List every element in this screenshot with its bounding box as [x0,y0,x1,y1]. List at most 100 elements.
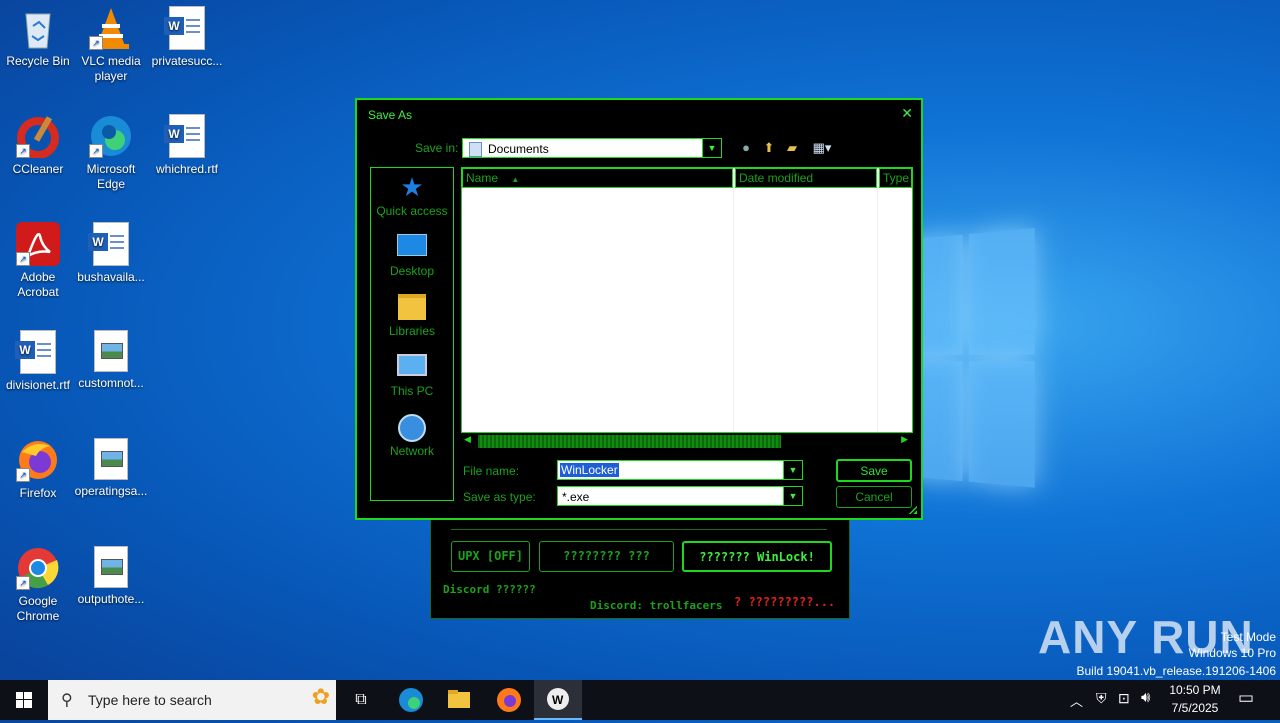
desktop-icon-vlc[interactable]: ↗ VLC media player [73,0,149,84]
mid-button[interactable]: ???????? ??? [539,541,674,572]
libraries-folder-icon [397,294,427,320]
desktop-icon-label: Google Chrome [16,594,60,623]
network-tray-icon[interactable]: ⊡ [1118,690,1130,707]
scrollbar-thumb[interactable] [478,435,781,448]
show-hidden-icons-icon[interactable]: ︿ [1070,691,1083,710]
file-name-value[interactable]: WinLocker [560,463,619,477]
upx-button[interactable]: UPX [OFF] [451,541,530,572]
scroll-right-icon[interactable]: ▶ [901,434,908,445]
column-header-date[interactable]: Date modified [735,168,877,188]
desktop-icon-label: Adobe Acrobat [17,270,59,299]
save-as-type-value: *.exe [562,490,590,504]
place-libraries[interactable]: Libraries [371,294,453,338]
security-tray-icon[interactable]: ⛨ [1096,690,1107,707]
save-as-type-select[interactable]: *.exe ▼ [557,486,803,506]
desktop-icon-outputhote[interactable]: outputhote... [73,540,149,607]
taskbar-winlocker-icon[interactable]: W [534,680,582,720]
save-in-value: Documents [488,142,549,156]
edge-icon: ↗ [89,114,133,158]
up-folder-icon[interactable]: ⬆ [760,139,778,157]
place-label: Libraries [388,324,436,338]
desktop-icon-whichred[interactable]: W whichred.rtf [149,108,225,177]
chevron-down-icon[interactable]: ▼ [783,461,802,479]
place-quick-access[interactable]: ★ Quick access [371,174,453,218]
star-icon: ★ [400,172,424,202]
word-doc-icon: W [164,114,205,158]
desktop-icon-divisionet[interactable]: W divisionet.rtf [0,324,76,393]
place-desktop[interactable]: Desktop [371,234,453,278]
desktop-icon-recycle-bin[interactable]: Recycle Bin [0,0,76,69]
windows-edition-text: Windows 10 Pro [1188,646,1276,660]
notifications-icon[interactable]: ▭ [1238,688,1254,708]
column-header-type[interactable]: Type [879,168,912,188]
desktop-icon-label: bushavaila... [77,270,145,284]
image-doc-icon [94,330,128,372]
desktop-icon-operatingsa[interactable]: operatingsa... [73,432,149,499]
windows-start-icon [16,692,32,708]
file-name-field[interactable]: WinLocker ▼ [557,460,803,480]
place-this-pc[interactable]: This PC [371,354,453,398]
start-button[interactable] [0,680,48,720]
view-menu-icon[interactable]: ▦▾ [808,139,836,157]
save-button[interactable]: Save [836,459,912,482]
create-winlock-button[interactable]: ??????? WinLock! [682,541,832,572]
desktop-icon-ccleaner[interactable]: ↗ CCleaner [0,108,76,177]
desktop-icon-label: Recycle Bin [6,54,70,68]
desktop-icon-firefox[interactable]: ↗ Firefox [0,432,76,501]
desktop-icon-label: Microsoft Edge [86,162,136,191]
taskbar-edge-icon[interactable] [388,680,434,720]
file-list[interactable]: Name ▲ Date modified Type [461,167,913,433]
close-button[interactable]: ✕ [901,105,913,122]
horizontal-scrollbar[interactable]: ◀ ▶ [461,433,913,449]
taskbar-firefox-icon[interactable] [486,680,532,720]
cancel-button[interactable]: Cancel [836,486,912,508]
divider [451,529,827,530]
place-label: Quick access [376,204,448,218]
search-placeholder: Type here to search [88,692,212,708]
search-icon: ⚲ [61,692,73,709]
desktop-icon-privatesucc[interactable]: W privatesucc... [149,0,225,69]
scroll-left-icon[interactable]: ◀ [464,434,471,445]
chevron-down-icon[interactable]: ▼ [702,139,721,157]
flowers-decoration-icon: ✿ [311,684,330,709]
discord-left-text: Discord ?????? [443,583,536,596]
desktop-icon-bushavaila[interactable]: W bushavaila... [73,216,149,285]
save-in-label: Save in: [415,141,459,155]
column-label: Name [466,171,499,185]
discord-right-text: Discord: trollfacers [590,599,723,612]
column-header-name[interactable]: Name ▲ [462,168,733,188]
task-view-icon[interactable]: ⧉ [338,680,384,720]
test-mode-text: Test Mode [1220,630,1276,644]
taskbar: ⚲ Type here to search ✿ ⧉ W ︿ ⛨ ⊡ 🔊︎ 10:… [0,680,1280,720]
vlc-icon: ↗ [89,6,133,50]
recycle-bin-icon [16,6,60,50]
acrobat-icon: ↗ [16,222,60,266]
volume-icon[interactable]: 🔊︎ [1141,689,1150,706]
file-name-label: File name: [463,464,520,478]
taskbar-explorer-icon[interactable] [436,680,482,720]
chrome-icon: ↗ [16,546,60,590]
desktop-icon-customnot[interactable]: customnot... [73,324,149,391]
chevron-down-icon[interactable]: ▼ [783,487,802,505]
place-label: Network [389,444,434,458]
desktop-icon-edge[interactable]: ↗ Microsoft Edge [73,108,149,192]
clock-date[interactable]: 7/5/2025 [1164,701,1226,715]
place-network[interactable]: Network [371,414,453,458]
computer-icon [397,354,427,380]
word-doc-icon: W [164,6,205,50]
image-doc-icon [94,546,128,588]
desktop-icon-chrome[interactable]: ↗ Google Chrome [0,540,76,624]
back-icon[interactable]: ● [737,139,755,157]
sort-ascending-icon: ▲ [511,175,520,184]
search-box[interactable]: ⚲ Type here to search ✿ [48,680,336,720]
save-in-combo[interactable]: Documents ▼ [462,138,722,158]
windows-logo-wallpaper [905,227,1036,492]
resize-grip-icon[interactable] [908,505,917,514]
warning-text: ? ?????????... [734,595,836,609]
column-divider [733,188,734,432]
winlocker-builder-window: UPX [OFF] ???????? ??? ??????? WinLock! … [430,518,850,619]
clock-time[interactable]: 10:50 PM [1164,683,1226,697]
desktop-icon-acrobat[interactable]: ↗ Adobe Acrobat [0,216,76,300]
new-folder-icon[interactable]: ▰ [783,139,801,157]
place-label: This PC [390,384,434,398]
